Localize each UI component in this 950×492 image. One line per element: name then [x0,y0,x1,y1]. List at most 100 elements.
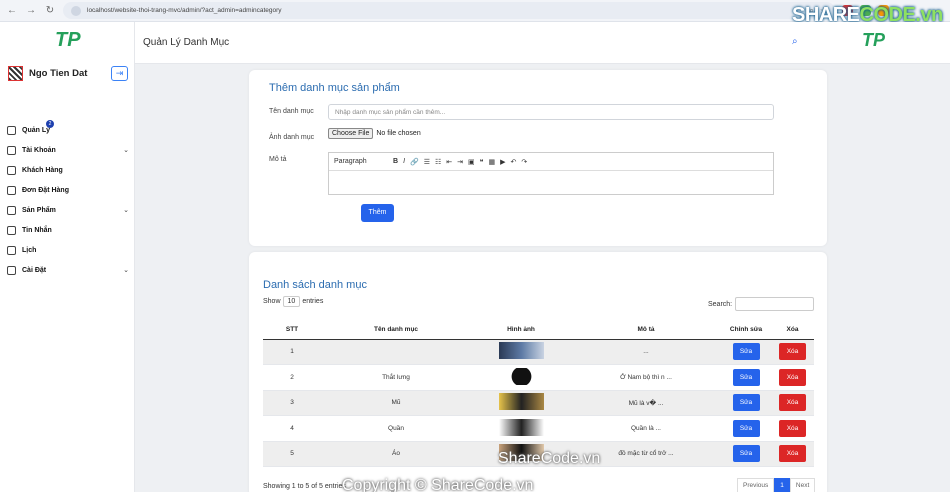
table-info: Showing 1 to 5 of 5 entries [263,483,346,490]
image-icon[interactable]: ▣ [468,158,475,166]
add-category-card: Thêm danh mục sản phẩm Tên danh mục Nhập… [249,70,827,246]
link-icon[interactable]: 🔗 [410,158,419,166]
file-input[interactable]: Choose File No file chosen [328,128,421,139]
col-image[interactable]: Hình ảnh [471,321,571,340]
quote-icon[interactable]: ❝ [480,158,484,166]
cart-icon [7,185,16,195]
sidebar-item-cai-dat[interactable]: Cài Đặt ⌄ [7,260,129,280]
edit-button[interactable]: Sửa [732,368,760,386]
numbered-list-icon[interactable]: ☷ [435,158,441,166]
table-icon[interactable]: ▦ [488,158,495,166]
col-description[interactable]: Mô tả [571,321,721,340]
category-table: STT Tên danh mục Hình ảnh Mô tả Chỉnh sử… [263,321,814,467]
sidebar-item-don-dat-hang[interactable]: Đơn Đặt Hàng [7,180,129,200]
editor-toolbar: Paragraph BI 🔗 ☰ ☷ ⇤ ⇥ ▣ ❝ ▦ ▶ ↶ ↷ [329,153,773,171]
topbar: Quản Lý Danh Mục [135,22,950,64]
table-row: 3 Mũ Mũ là v� ... Sửa Xóa [263,390,814,416]
user-icon [7,145,16,155]
main-content: Quản Lý Danh Mục ⌕ Thêm danh mục sản phẩ… [135,22,950,492]
image-label: Ảnh danh mục [269,134,315,141]
edit-button[interactable]: Sửa [732,445,760,463]
category-image [498,393,544,411]
watermark-logo: TP [862,30,886,50]
chevron-down-icon: ⌄ [123,147,129,154]
delete-button[interactable]: Xóa [779,368,806,386]
category-image [498,342,544,360]
sidebar: TP Ngo Tien Dat ⇥ Quản Lý Tài Khoản ⌄ Khá… [0,22,135,492]
outdent-icon[interactable]: ⇤ [446,158,452,166]
category-name-input[interactable]: Nhập danh mục sản phẩm cần thêm... [328,104,774,120]
address-bar[interactable]: localhost/website-thoi-trang-mvc/admin/?… [63,2,835,19]
chevron-down-icon: ⌄ [123,207,129,214]
calendar-icon [7,245,16,255]
italic-icon[interactable]: I [403,158,405,165]
description-editor[interactable]: Paragraph BI 🔗 ☰ ☷ ⇤ ⇥ ▣ ❝ ▦ ▶ ↶ ↷ [328,152,774,195]
edit-button[interactable]: Sửa [732,343,760,361]
watermark-bottom: Copyright © ShareCode.vn [342,477,534,492]
chevron-down-icon: ⌄ [123,267,129,274]
sidebar-item-lich[interactable]: Lịch [7,240,129,260]
table-search: Search: [708,297,815,311]
search-icon[interactable]: ⌕ [792,36,798,47]
description-label: Mô tả [269,156,287,163]
home-icon [7,125,16,135]
grid-icon [7,205,16,215]
form-title: Thêm danh mục sản phẩm [269,82,400,94]
table-row: 2 Thắt lưng Ở Nam bộ thì n ... Sửa Xóa [263,364,814,391]
paragraph-select[interactable]: Paragraph [334,158,388,165]
media-icon[interactable]: ▶ [500,158,505,166]
table-row: 4 Quần Quần là ... Sửa Xóa [263,415,814,442]
add-category-button[interactable]: Thêm [361,204,394,222]
sidebar-item-quan-ly[interactable]: Quản Lý [7,120,129,140]
choose-file-button[interactable]: Choose File [328,128,374,139]
undo-icon[interactable]: ↶ [510,158,516,166]
col-stt[interactable]: STT [263,321,321,340]
page-1-button[interactable]: 1 [774,478,790,492]
sidebar-menu: Quản Lý Tài Khoản ⌄ Khách Hàng Đơn Đặt Hà… [7,120,129,280]
reload-icon[interactable]: ↻ [44,5,56,16]
delete-button[interactable]: Xóa [779,445,806,463]
message-badge: 2 [46,120,54,128]
next-button[interactable]: Next [789,478,816,492]
previous-button[interactable]: Previous [737,478,775,492]
sidebar-item-tin-nhan[interactable]: Tin Nhắn [7,220,129,240]
user-name: Ngo Tien Dat [29,68,88,79]
col-name[interactable]: Tên danh mục [321,321,471,340]
list-title: Danh sách danh mục [263,279,367,291]
bold-icon[interactable]: B [393,158,398,165]
logout-button[interactable]: ⇥ [111,66,128,81]
delete-button[interactable]: Xóa [779,419,806,437]
sidebar-item-khach-hang[interactable]: Khách Hàng [7,160,129,180]
entries-select[interactable]: 10 [282,296,301,307]
page-title: Quản Lý Danh Mục [143,37,230,48]
edit-button[interactable]: Sửa [732,419,760,437]
avatar [8,66,23,81]
pagination: Previous 1 Next [737,478,816,492]
name-label: Tên danh mục [269,108,314,115]
sidebar-item-tai-khoan[interactable]: Tài Khoản ⌄ [7,140,129,160]
back-icon[interactable]: ← [6,5,18,16]
app-logo[interactable]: TP [55,29,81,52]
message-icon [7,225,16,235]
watermark-center: ShareCode.vn [498,450,601,467]
bullet-list-icon[interactable]: ☰ [424,158,430,166]
site-info-icon[interactable] [71,5,81,16]
col-edit[interactable]: Chỉnh sửa [721,321,771,340]
sidebar-item-san-pham[interactable]: Sản Phẩm ⌄ [7,200,129,220]
search-input[interactable] [735,297,815,311]
delete-button[interactable]: Xóa [779,394,806,412]
delete-button[interactable]: Xóa [779,343,806,361]
customer-icon [7,165,16,175]
redo-icon[interactable]: ↷ [521,158,527,166]
user-profile: Ngo Tien Dat ⇥ [8,66,128,81]
category-image [498,367,544,385]
edit-button[interactable]: Sửa [732,394,760,412]
forward-icon[interactable]: → [25,5,37,16]
gear-icon [7,265,16,275]
entries-length: Show 10 entries [263,296,324,307]
category-image [498,418,544,436]
table-row: 1... Sửa Xóa [263,339,814,365]
indent-icon[interactable]: ⇥ [457,158,463,166]
col-delete[interactable]: Xóa [771,321,814,340]
url-text: localhost/website-thoi-trang-mvc/admin/?… [87,7,282,14]
